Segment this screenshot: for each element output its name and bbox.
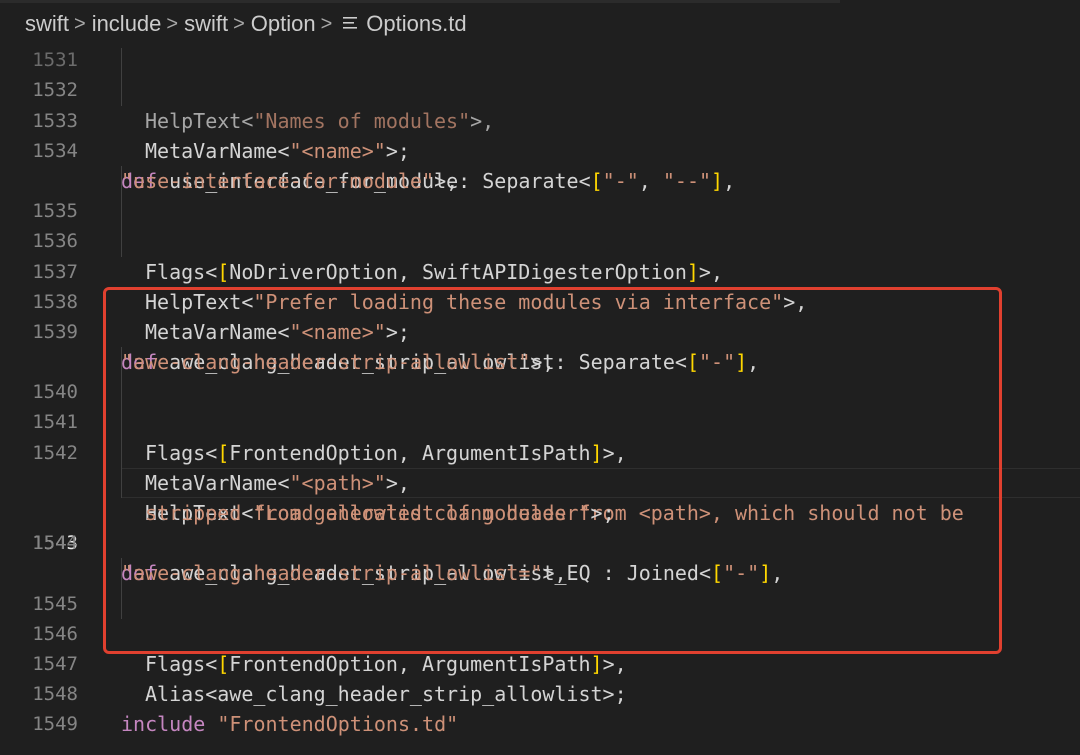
indent-guide	[121, 45, 122, 76]
chevron-right-icon: >	[74, 12, 86, 35]
code-line[interactable]: 1547	[0, 619, 1080, 675]
code-line[interactable]: 1548 include "FrontendOptions.td"	[0, 649, 1080, 736]
code-line-wrapped[interactable]: "awe-clang-header-strip-allowlist=">,	[0, 528, 1080, 585]
code-line[interactable]: 1533	[0, 75, 1080, 132]
code-line[interactable]: 1546 Alias<awe_clang_header_strip_allowl…	[0, 588, 1080, 706]
code-text: include "FrontendOptions.td"	[121, 712, 459, 737]
code-line[interactable]: 1545 Flags<[FrontendOption, ArgumentIsPa…	[0, 558, 1080, 676]
breadcrumb: swift > include > swift > Option > Optio…	[0, 0, 1080, 48]
code-line[interactable]: 1538	[0, 257, 1080, 313]
indent-guide	[121, 75, 122, 106]
indent-guide	[121, 407, 122, 438]
indent-guide	[121, 558, 122, 589]
code-line-active[interactable]: 1543	[0, 467, 1080, 554]
code-line[interactable]: 1532 MetaVarName<"<name>">;	[0, 45, 1080, 163]
code-line[interactable]: 1544 def awe_clang_header_strip_allowlis…	[0, 498, 1080, 585]
breadcrumb-item-include[interactable]: include	[92, 11, 162, 37]
code-editor[interactable]: swift > include > swift > Option > Optio…	[0, 0, 1080, 755]
indent-guide	[121, 377, 122, 408]
breadcrumb-file[interactable]: Options.td	[366, 11, 466, 37]
code-line-wrapped[interactable]: "awe-clang-header-strip-allowlist">,	[0, 317, 1080, 374]
indent-guide	[121, 467, 122, 498]
indent-guide	[121, 347, 122, 378]
code-line[interactable]: 1537 MetaVarName<"<name>">;	[0, 226, 1080, 344]
code-line[interactable]: 1536 HelpText<"Prefer loading these modu…	[0, 196, 1080, 314]
indent-guide	[121, 196, 122, 227]
code-line-wrapped[interactable]: "use-interface-for-module">,	[0, 136, 1080, 193]
code-line[interactable]: 1541 MetaVarName<"<path>">,	[0, 377, 1080, 495]
breadcrumb-item-swift[interactable]: swift	[25, 11, 69, 37]
code-line[interactable]: 1542 HelpText<"Load allowlist of modules…	[0, 407, 1080, 525]
chevron-right-icon: >	[320, 12, 333, 35]
chevron-right-icon: >	[233, 12, 245, 35]
indent-guide	[121, 588, 122, 619]
code-line[interactable]: 1535 Flags<[NoDriverOption, SwiftAPIDige…	[0, 165, 1080, 284]
code-line-wrapped[interactable]: stripped from generated clang header">;	[0, 437, 1080, 525]
indent-guide	[121, 437, 122, 468]
code-area[interactable]: 1531 HelpText<"Names of modules">, 1532 …	[0, 15, 1080, 736]
code-line[interactable]: 1540 Flags<[FrontendOption, ArgumentIsPa…	[0, 347, 1080, 465]
list-lines-icon	[342, 15, 358, 31]
code-line[interactable]: 1539 def awe_clang_header_strip_allowlis…	[0, 287, 1080, 374]
breadcrumb-item-swift-sub[interactable]: swift	[184, 11, 228, 37]
chevron-right-icon: >	[166, 12, 179, 35]
current-line-highlight	[121, 467, 1080, 498]
indent-guide	[121, 165, 122, 197]
code-line[interactable]: 1549	[0, 679, 1080, 735]
breadcrumb-item-option[interactable]: Option	[251, 11, 316, 37]
tab-bar-edge	[0, 0, 840, 3]
line-number: 1549	[32, 713, 78, 736]
code-line[interactable]: 1534 def use_interface_for_module: Separ…	[0, 106, 1080, 193]
indent-guide	[121, 226, 122, 257]
